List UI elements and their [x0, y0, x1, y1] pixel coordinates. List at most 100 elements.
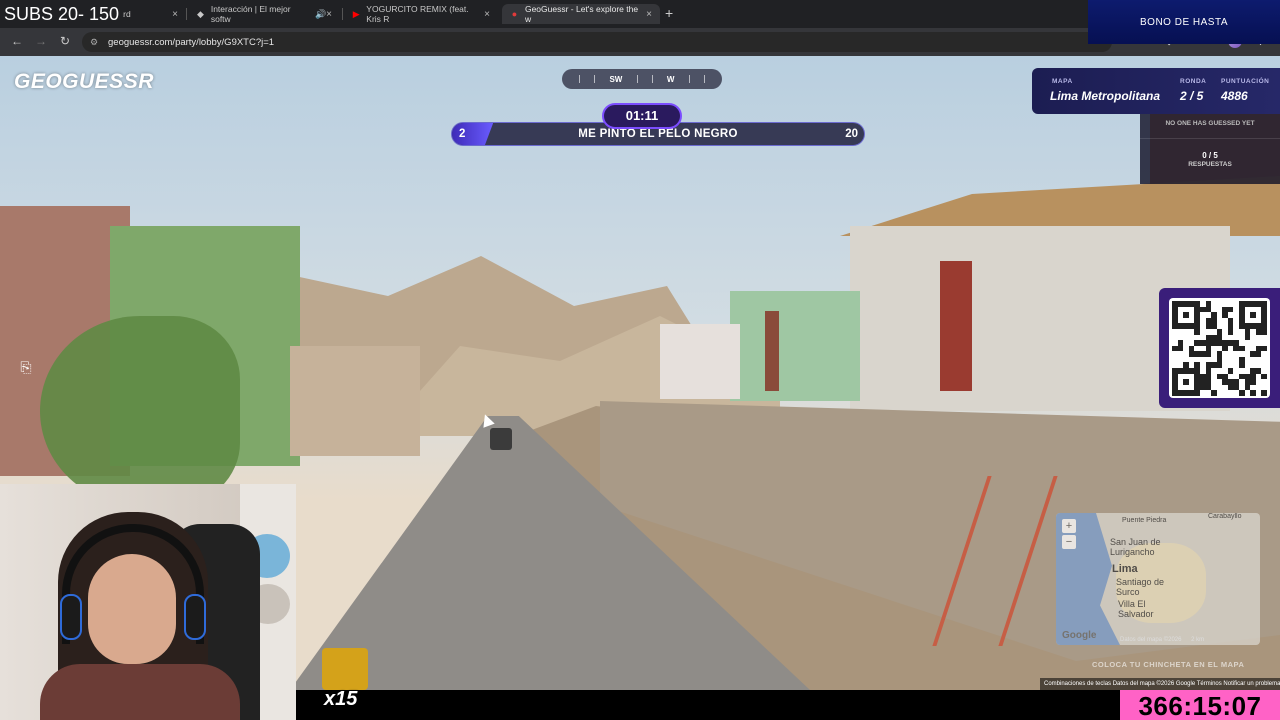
map-label-sjl: San Juan de Lurigancho	[1110, 537, 1161, 557]
streamer-webcam	[0, 484, 296, 720]
tab-interaccion[interactable]: ◆ Interacción | El mejor softw 🔊 ×	[188, 4, 340, 24]
tab-label: GeoGuessr - Let's explore the w	[524, 4, 639, 24]
url-field[interactable]: ⚙ geoguessr.com/party/lobby/G9XTC?j=1	[82, 32, 1112, 52]
qr-module	[1261, 390, 1267, 396]
qr-module	[1227, 306, 1234, 313]
guess-minimap[interactable]: Puente Piedra Carabayllo San Juan de Lur…	[1056, 513, 1260, 645]
compass: SW W	[562, 69, 722, 89]
close-tab-icon[interactable]: ×	[646, 9, 652, 20]
emote-icon	[322, 648, 368, 690]
camera-toggle-icon[interactable]: ⎘	[16, 359, 36, 379]
qr-module	[1177, 345, 1184, 352]
responses-label: RESPUESTAS	[1188, 161, 1232, 168]
qr-module	[1216, 362, 1223, 369]
streamer-shirt	[40, 664, 240, 720]
screen: board × ◆ Interacción | El mejor softw 🔊…	[0, 0, 1280, 720]
bono-banner: BONO DE HASTA	[1088, 0, 1280, 44]
qr-module	[1227, 368, 1234, 374]
map-label-puente-piedra: Puente Piedra	[1122, 517, 1167, 524]
map-scale: 2 km	[1191, 637, 1205, 643]
headset-earcup	[184, 594, 206, 640]
map-data-credit: Datos del mapa ©2026	[1120, 637, 1182, 643]
qr-module	[1250, 390, 1256, 396]
compass-dir-sw: SW	[609, 74, 623, 84]
qr-module	[1239, 390, 1245, 396]
compass-tick	[703, 75, 705, 83]
map-label-carabayllo: Carabayllo	[1208, 513, 1242, 520]
building	[730, 291, 860, 401]
zoom-out-button[interactable]: −	[1062, 535, 1076, 549]
qr-module	[1261, 345, 1267, 352]
door	[940, 261, 972, 391]
qr-module	[1205, 351, 1212, 357]
qr-module	[1255, 351, 1262, 357]
compass-tick	[579, 75, 581, 83]
logo-text: GEOGUESSR	[14, 70, 154, 93]
google-logo: Google	[1062, 630, 1097, 641]
new-tab-button[interactable]: +	[665, 5, 673, 21]
tab-geoguessr[interactable]: ● GeoGuessr - Let's explore the w ×	[502, 4, 660, 24]
subathon-timer: 366:15:07	[1120, 690, 1280, 720]
subs-goal-overlay: SUBS 20- 150	[0, 2, 124, 26]
qr-module	[1250, 379, 1256, 385]
progress-start: 2	[459, 128, 466, 140]
close-tab-icon[interactable]: ×	[172, 9, 178, 20]
qr-module	[1239, 362, 1245, 369]
back-arrow-icon[interactable]: ←	[9, 34, 25, 48]
forward-arrow-icon[interactable]: →	[33, 34, 49, 48]
banana-tree	[40, 316, 240, 506]
building	[660, 324, 740, 399]
site-info-icon[interactable]: ⚙	[90, 37, 100, 47]
guesses-panel: NO ONE HAS GUESSED YET 0 / 5 RESPUESTAS	[1140, 114, 1280, 184]
map-value: Lima Metropolitana	[1050, 89, 1161, 103]
divider	[1140, 138, 1280, 139]
tab-separator	[342, 8, 343, 20]
no-guess-message: NO ONE HAS GUESSED YET	[1165, 120, 1255, 127]
youtube-icon: ▶	[352, 8, 360, 19]
google-footer-links[interactable]: Combinaciones de teclas Datos del mapa ©…	[1040, 678, 1280, 690]
qr-module	[1183, 312, 1189, 318]
compass-tick	[651, 75, 653, 83]
streak-overlay: x15	[320, 648, 370, 712]
round-timer: 01:11	[602, 103, 682, 129]
map-label: MAPA	[1052, 78, 1073, 85]
tab-label: Interacción | El mejor softw	[210, 4, 291, 24]
qr-module	[1194, 390, 1200, 396]
reload-icon[interactable]: ↻	[57, 34, 73, 48]
game-status-panel: MAPA Lima Metropolitana RONDA 2 / 5 PUNT…	[1032, 68, 1280, 114]
parked-car	[490, 428, 512, 450]
map-label-lima: Lima	[1112, 563, 1138, 575]
map-label-ves: Villa El Salvador	[1118, 599, 1154, 619]
zoom-in-button[interactable]: +	[1062, 519, 1076, 533]
map-label-surco: Santiago de Surco	[1116, 577, 1165, 597]
qr-module	[1183, 379, 1189, 385]
place-pin-hint: COLOCA TU CHINCHETA EN EL MAPA	[1092, 660, 1245, 669]
round-label: RONDA	[1180, 78, 1207, 85]
speaker-icon[interactable]: 🔊	[315, 9, 326, 20]
compass-tick	[688, 75, 690, 83]
qr-module	[1194, 328, 1200, 335]
close-tab-icon[interactable]: ×	[484, 9, 490, 20]
tab-separator	[186, 8, 187, 20]
qr-module	[1239, 345, 1245, 352]
score-label: PUNTUACIÓN	[1221, 78, 1270, 85]
progress-end: 20	[845, 128, 858, 140]
compass-tick	[636, 75, 638, 83]
close-tab-icon[interactable]: ×	[326, 9, 332, 20]
qr-module	[1222, 345, 1228, 352]
qr-code-icon	[1169, 298, 1270, 398]
door	[765, 311, 779, 391]
qr-code-overlay	[1159, 288, 1280, 408]
building	[290, 346, 420, 456]
url-text: geoguessr.com/party/lobby/G9XTC?j=1	[108, 36, 275, 48]
tab-yogurcito[interactable]: ▶ YOGURCITO REMIX (feat. Kris R ×	[344, 4, 498, 24]
compass-dir-w: W	[666, 74, 675, 84]
qr-module	[1261, 373, 1267, 380]
score-value: 4886	[1221, 89, 1248, 103]
diamond-icon: ◆	[196, 8, 204, 19]
qr-module	[1227, 328, 1234, 335]
qr-module	[1250, 312, 1256, 318]
tab-label: YOGURCITO REMIX (feat. Kris R	[366, 4, 469, 24]
guess-count: 0 / 5	[1202, 151, 1218, 160]
round-value: 2 / 5	[1180, 89, 1204, 103]
